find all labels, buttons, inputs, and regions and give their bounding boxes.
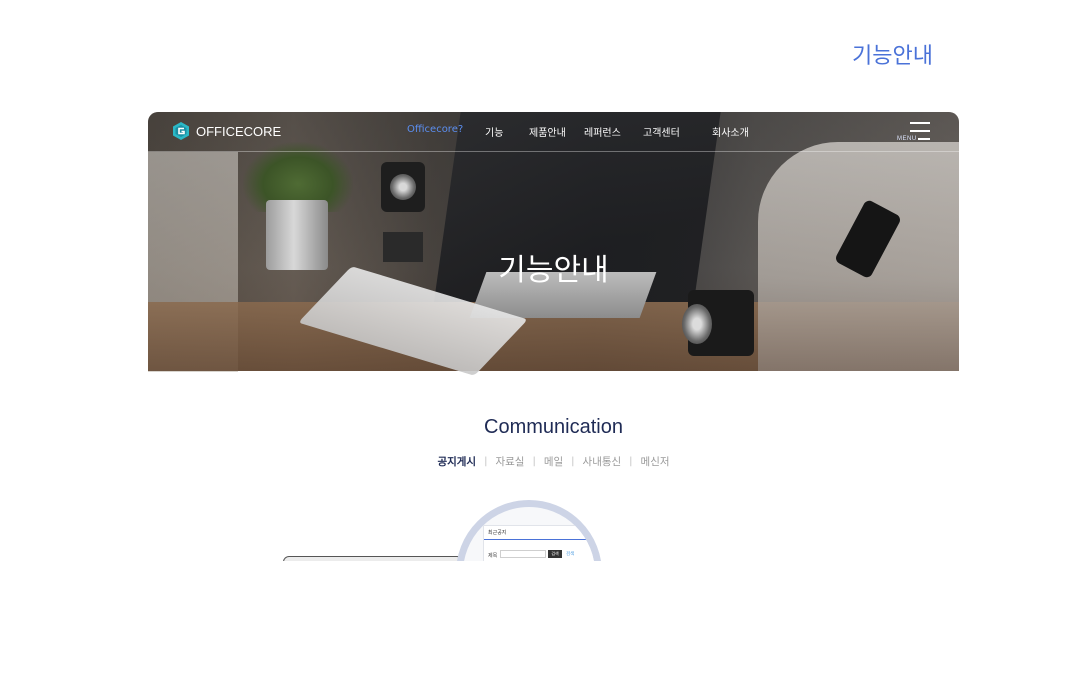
- notice-search-link: 검색: [566, 552, 575, 557]
- hamburger-menu-button[interactable]: MENU: [896, 121, 934, 145]
- section-title: Communication: [484, 416, 623, 438]
- top-navigation: OFFICECORE Officecore? 기능 제품안내 레퍼런스 고객센터…: [148, 112, 959, 152]
- site-preview-frame: OFFICECORE Officecore? 기능 제품안내 레퍼런스 고객센터…: [148, 112, 959, 561]
- menu-label: MENU: [897, 136, 917, 142]
- subtab-mail[interactable]: 메일: [544, 454, 563, 469]
- subtab-messenger[interactable]: 메신저: [641, 454, 670, 469]
- tab-divider: |: [484, 455, 488, 467]
- tab-divider: |: [629, 455, 633, 467]
- subtab-archive[interactable]: 자료실: [495, 454, 524, 469]
- notice-search-button: 검색: [548, 550, 562, 558]
- notice-panel-preview: 최근공지 제목 검색 검색: [483, 525, 595, 561]
- tab-divider: |: [571, 455, 575, 467]
- hero-speaker-left: [381, 162, 425, 212]
- notice-search-input: [500, 550, 546, 558]
- hamburger-icon-bar: [910, 122, 930, 124]
- notice-panel-row-label: 제목: [488, 553, 498, 559]
- feature-magnifier: 최근공지 제목 검색 검색: [456, 500, 602, 561]
- laptop-preview-edge: [283, 556, 463, 561]
- notice-panel-title: 최근공지: [484, 526, 595, 540]
- hero-title: 기능안내: [498, 253, 609, 288]
- nav-item-officecore[interactable]: Officecore?: [407, 124, 463, 135]
- hero-speaker-right: [682, 290, 754, 356]
- tab-divider: |: [532, 455, 536, 467]
- subtab-internal-comm[interactable]: 사내통신: [583, 454, 622, 469]
- hamburger-icon-bar: [918, 138, 930, 140]
- nav-item-company[interactable]: 회사소개: [712, 124, 749, 139]
- feature-subtabs: 공지게시 | 자료실 | 메일 | 사내통신 | 메신저: [148, 453, 959, 469]
- subtab-notice[interactable]: 공지게시: [437, 454, 476, 469]
- hamburger-icon-bar: [910, 130, 930, 132]
- hero-banner: OFFICECORE Officecore? 기능 제품안내 레퍼런스 고객센터…: [148, 112, 959, 376]
- nav-item-products[interactable]: 제품안내: [529, 124, 566, 139]
- nav-item-support[interactable]: 고객센터: [643, 124, 680, 139]
- nav-item-references[interactable]: 레퍼런스: [584, 124, 621, 139]
- page-heading: 기능안내: [852, 44, 933, 69]
- nav-item-features[interactable]: 기능: [485, 124, 503, 139]
- main-menu: Officecore? 기능 제품안내 레퍼런스 고객센터 회사소개: [148, 124, 959, 140]
